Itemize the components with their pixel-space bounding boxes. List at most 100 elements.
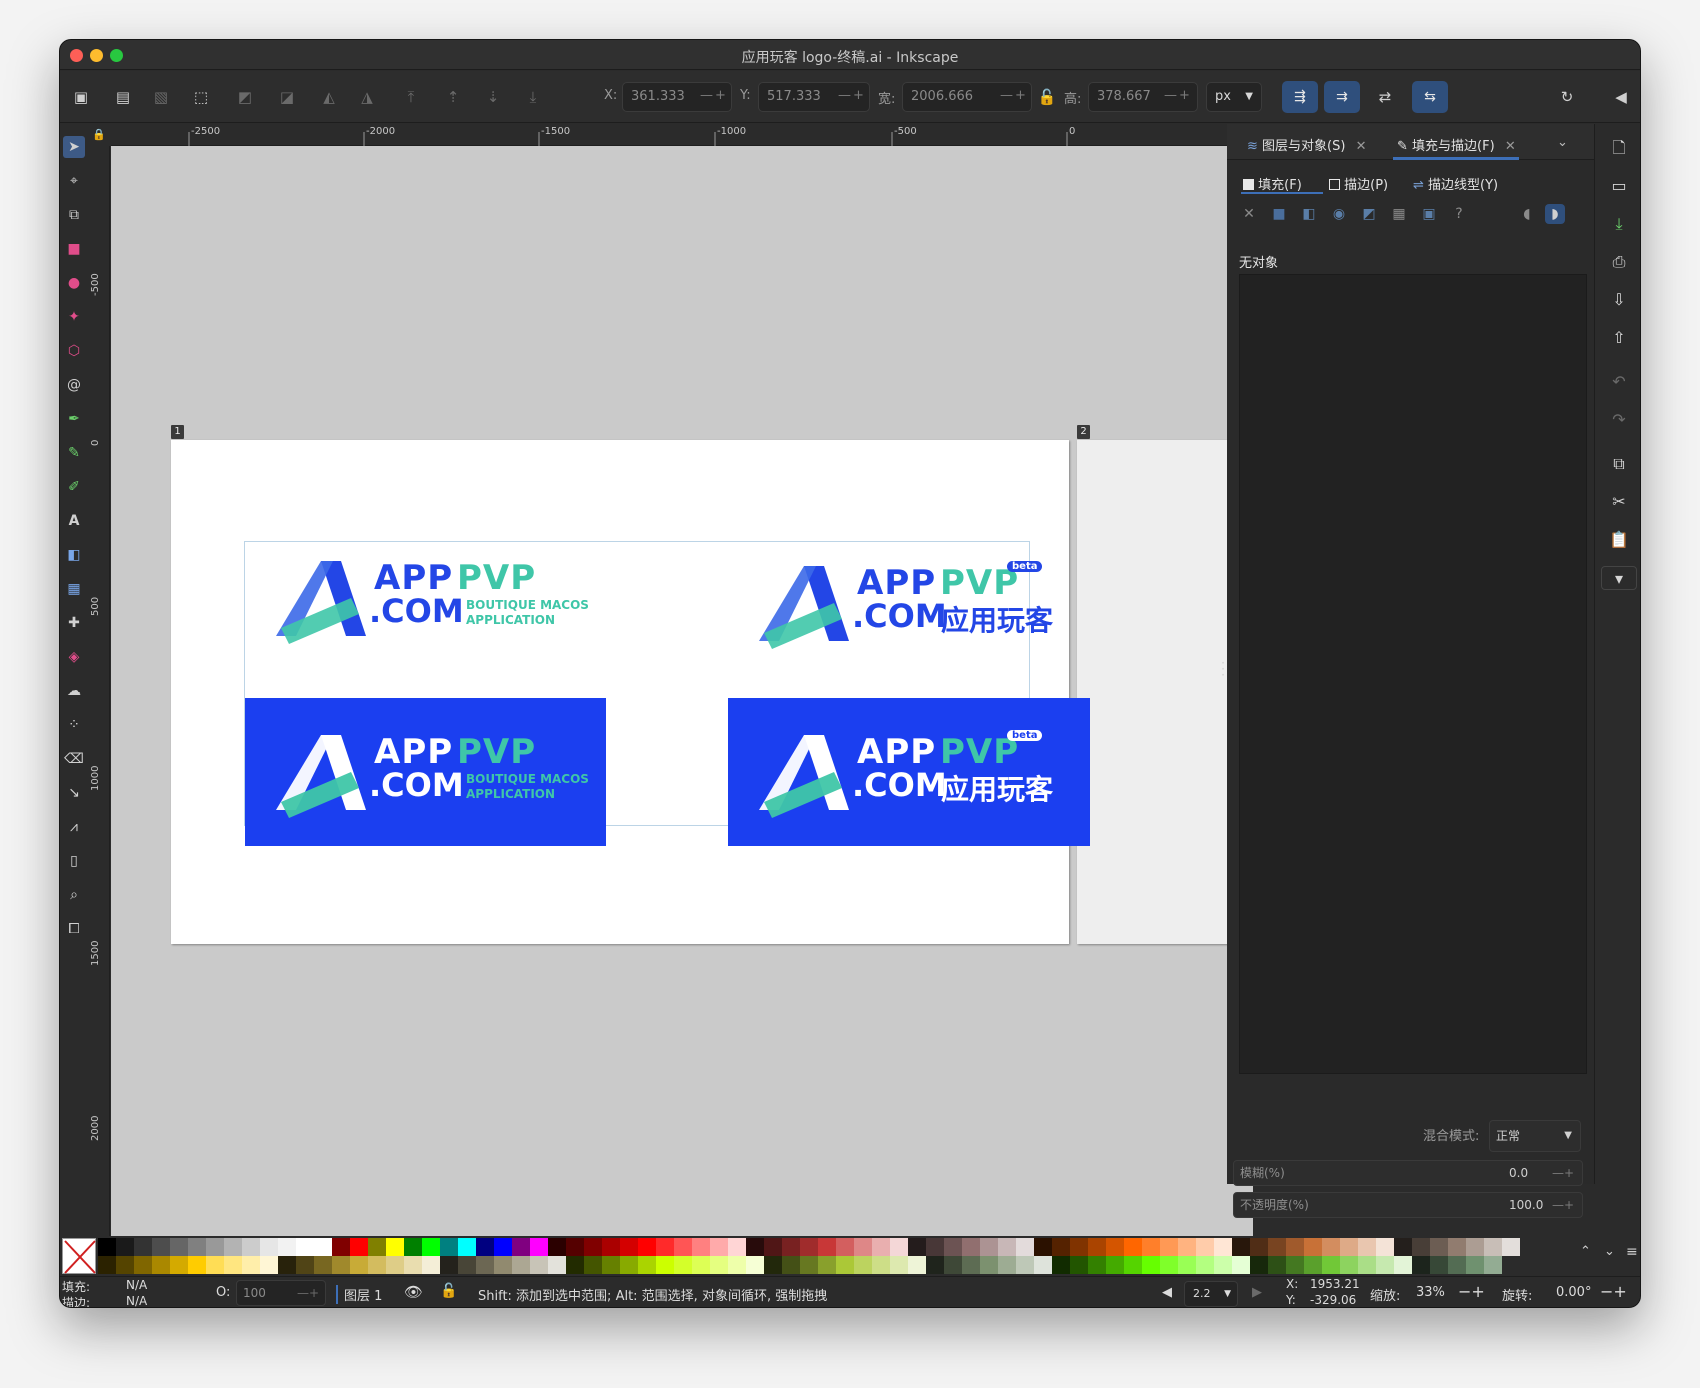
- color-swatch[interactable]: [584, 1238, 602, 1256]
- tweak-tool-icon[interactable]: ☁: [63, 680, 85, 702]
- color-swatch[interactable]: [728, 1238, 746, 1256]
- color-swatch[interactable]: [530, 1238, 548, 1256]
- color-swatch[interactable]: [386, 1256, 404, 1274]
- color-swatch[interactable]: [422, 1238, 440, 1256]
- color-swatch[interactable]: [746, 1238, 764, 1256]
- tab-fill-stroke[interactable]: ✎ 填充与描边(F) ✕: [1397, 135, 1516, 154]
- color-swatch[interactable]: [1034, 1256, 1052, 1274]
- color-swatch[interactable]: [1394, 1256, 1412, 1274]
- color-swatch[interactable]: [1034, 1238, 1052, 1256]
- color-swatch[interactable]: [710, 1256, 728, 1274]
- color-swatch[interactable]: [1214, 1256, 1232, 1274]
- flip-vertical-icon[interactable]: ◮: [354, 84, 380, 110]
- redo-icon[interactable]: ↷: [1607, 408, 1631, 432]
- shape-builder-icon[interactable]: ⧉: [63, 204, 85, 226]
- color-swatch[interactable]: [314, 1256, 332, 1274]
- color-swatch[interactable]: [638, 1256, 656, 1274]
- color-swatch[interactable]: [350, 1256, 368, 1274]
- color-swatch[interactable]: [350, 1238, 368, 1256]
- palette-scroll-up-icon[interactable]: ⌃: [1580, 1244, 1591, 1259]
- close-icon[interactable]: ✕: [1505, 139, 1516, 154]
- color-swatch[interactable]: [368, 1256, 386, 1274]
- color-swatch[interactable]: [908, 1238, 926, 1256]
- color-swatch[interactable]: [98, 1256, 116, 1274]
- color-swatch[interactable]: [1214, 1238, 1232, 1256]
- color-swatch[interactable]: [1268, 1256, 1286, 1274]
- color-swatch[interactable]: [1052, 1256, 1070, 1274]
- color-swatch[interactable]: [530, 1256, 548, 1274]
- export-icon[interactable]: ⇧: [1607, 326, 1631, 350]
- color-swatch[interactable]: [224, 1256, 242, 1274]
- color-swatch[interactable]: [1232, 1256, 1250, 1274]
- color-swatch[interactable]: [260, 1238, 278, 1256]
- color-swatch[interactable]: [1448, 1238, 1466, 1256]
- connector-tool-icon[interactable]: ↘: [63, 782, 85, 804]
- color-swatch[interactable]: [170, 1256, 188, 1274]
- color-swatch[interactable]: [1340, 1256, 1358, 1274]
- color-swatch[interactable]: [674, 1238, 692, 1256]
- rotate-ccw-icon[interactable]: ◩: [232, 84, 258, 110]
- color-swatch[interactable]: [188, 1238, 206, 1256]
- lower-icon[interactable]: ⇣: [480, 84, 506, 110]
- opacity-field[interactable]: 不透明度(%) 100.0 —+: [1233, 1192, 1583, 1218]
- color-swatch[interactable]: [980, 1256, 998, 1274]
- color-swatch[interactable]: [1322, 1238, 1340, 1256]
- layer-lock-icon[interactable]: 🔓: [440, 1283, 457, 1299]
- fill-rule-evenodd-icon[interactable]: ◖: [1517, 204, 1537, 224]
- linear-gradient-icon[interactable]: ◧: [1299, 204, 1319, 224]
- color-swatch[interactable]: [602, 1238, 620, 1256]
- y-stepper[interactable]: —+: [838, 88, 866, 103]
- color-swatch[interactable]: [692, 1238, 710, 1256]
- stroke-value[interactable]: N/A: [126, 1294, 147, 1307]
- open-file-icon[interactable]: ▭: [1607, 174, 1631, 198]
- color-swatch[interactable]: [440, 1238, 458, 1256]
- color-swatch[interactable]: [494, 1256, 512, 1274]
- color-swatch[interactable]: [1196, 1238, 1214, 1256]
- color-swatch[interactable]: [422, 1256, 440, 1274]
- tab-layers-objects[interactable]: ≋ 图层与对象(S) ✕: [1247, 135, 1367, 154]
- x-stepper[interactable]: —+: [700, 88, 728, 103]
- fill-rule-nonzero-icon[interactable]: ◗: [1545, 204, 1565, 224]
- color-swatch[interactable]: [1412, 1256, 1430, 1274]
- spiral-tool-icon[interactable]: @: [63, 374, 85, 396]
- color-swatch[interactable]: [386, 1238, 404, 1256]
- cut-icon[interactable]: ✂: [1607, 490, 1631, 514]
- snap-select[interactable]: 2.2 ▼: [1184, 1281, 1238, 1307]
- color-swatch[interactable]: [1286, 1238, 1304, 1256]
- color-swatch[interactable]: [674, 1256, 692, 1274]
- color-swatch[interactable]: [296, 1238, 314, 1256]
- color-swatch[interactable]: [800, 1238, 818, 1256]
- unset-paint-icon[interactable]: ?: [1449, 204, 1469, 224]
- palette-scroll-down-icon[interactable]: ⌄: [1604, 1244, 1615, 1259]
- color-swatch[interactable]: [890, 1238, 908, 1256]
- calligraphy-tool-icon[interactable]: ✐: [63, 476, 85, 498]
- color-swatch[interactable]: [548, 1256, 566, 1274]
- clone-tool-icon[interactable]: ⧠: [63, 918, 85, 940]
- more-commands-icon[interactable]: ▾: [1601, 566, 1637, 590]
- page-prev-icon[interactable]: ◀: [1162, 1285, 1172, 1300]
- blur-field[interactable]: 模糊(%) 0.0 —+: [1233, 1160, 1583, 1186]
- color-swatch[interactable]: [818, 1238, 836, 1256]
- color-swatch[interactable]: [566, 1256, 584, 1274]
- color-swatch[interactable]: [548, 1238, 566, 1256]
- selector-tool-icon[interactable]: ➤: [63, 136, 85, 158]
- ellipse-tool-icon[interactable]: ●: [63, 272, 85, 294]
- commands-toggle-icon[interactable]: ◀: [1608, 84, 1634, 110]
- logo-white-en[interactable]: APP PVP .COM BOUTIQUE MACOS APPLICATION: [271, 556, 631, 696]
- color-swatch[interactable]: [1124, 1256, 1142, 1274]
- palette-menu-icon[interactable]: ≡: [1626, 1244, 1638, 1260]
- color-swatch[interactable]: [116, 1256, 134, 1274]
- unit-select[interactable]: px ▼: [1206, 82, 1262, 112]
- color-swatch[interactable]: [620, 1238, 638, 1256]
- flat-color-icon[interactable]: ■: [1269, 204, 1289, 224]
- color-swatch[interactable]: [872, 1256, 890, 1274]
- color-swatch[interactable]: [512, 1256, 530, 1274]
- color-swatch[interactable]: [926, 1256, 944, 1274]
- color-swatch[interactable]: [818, 1256, 836, 1274]
- color-swatch[interactable]: [566, 1238, 584, 1256]
- raise-icon[interactable]: ⇡: [440, 84, 466, 110]
- dock-splitter-handle[interactable]: · · ·: [1220, 657, 1226, 681]
- color-swatch[interactable]: [656, 1256, 674, 1274]
- color-swatch[interactable]: [1304, 1238, 1322, 1256]
- color-swatch[interactable]: [116, 1238, 134, 1256]
